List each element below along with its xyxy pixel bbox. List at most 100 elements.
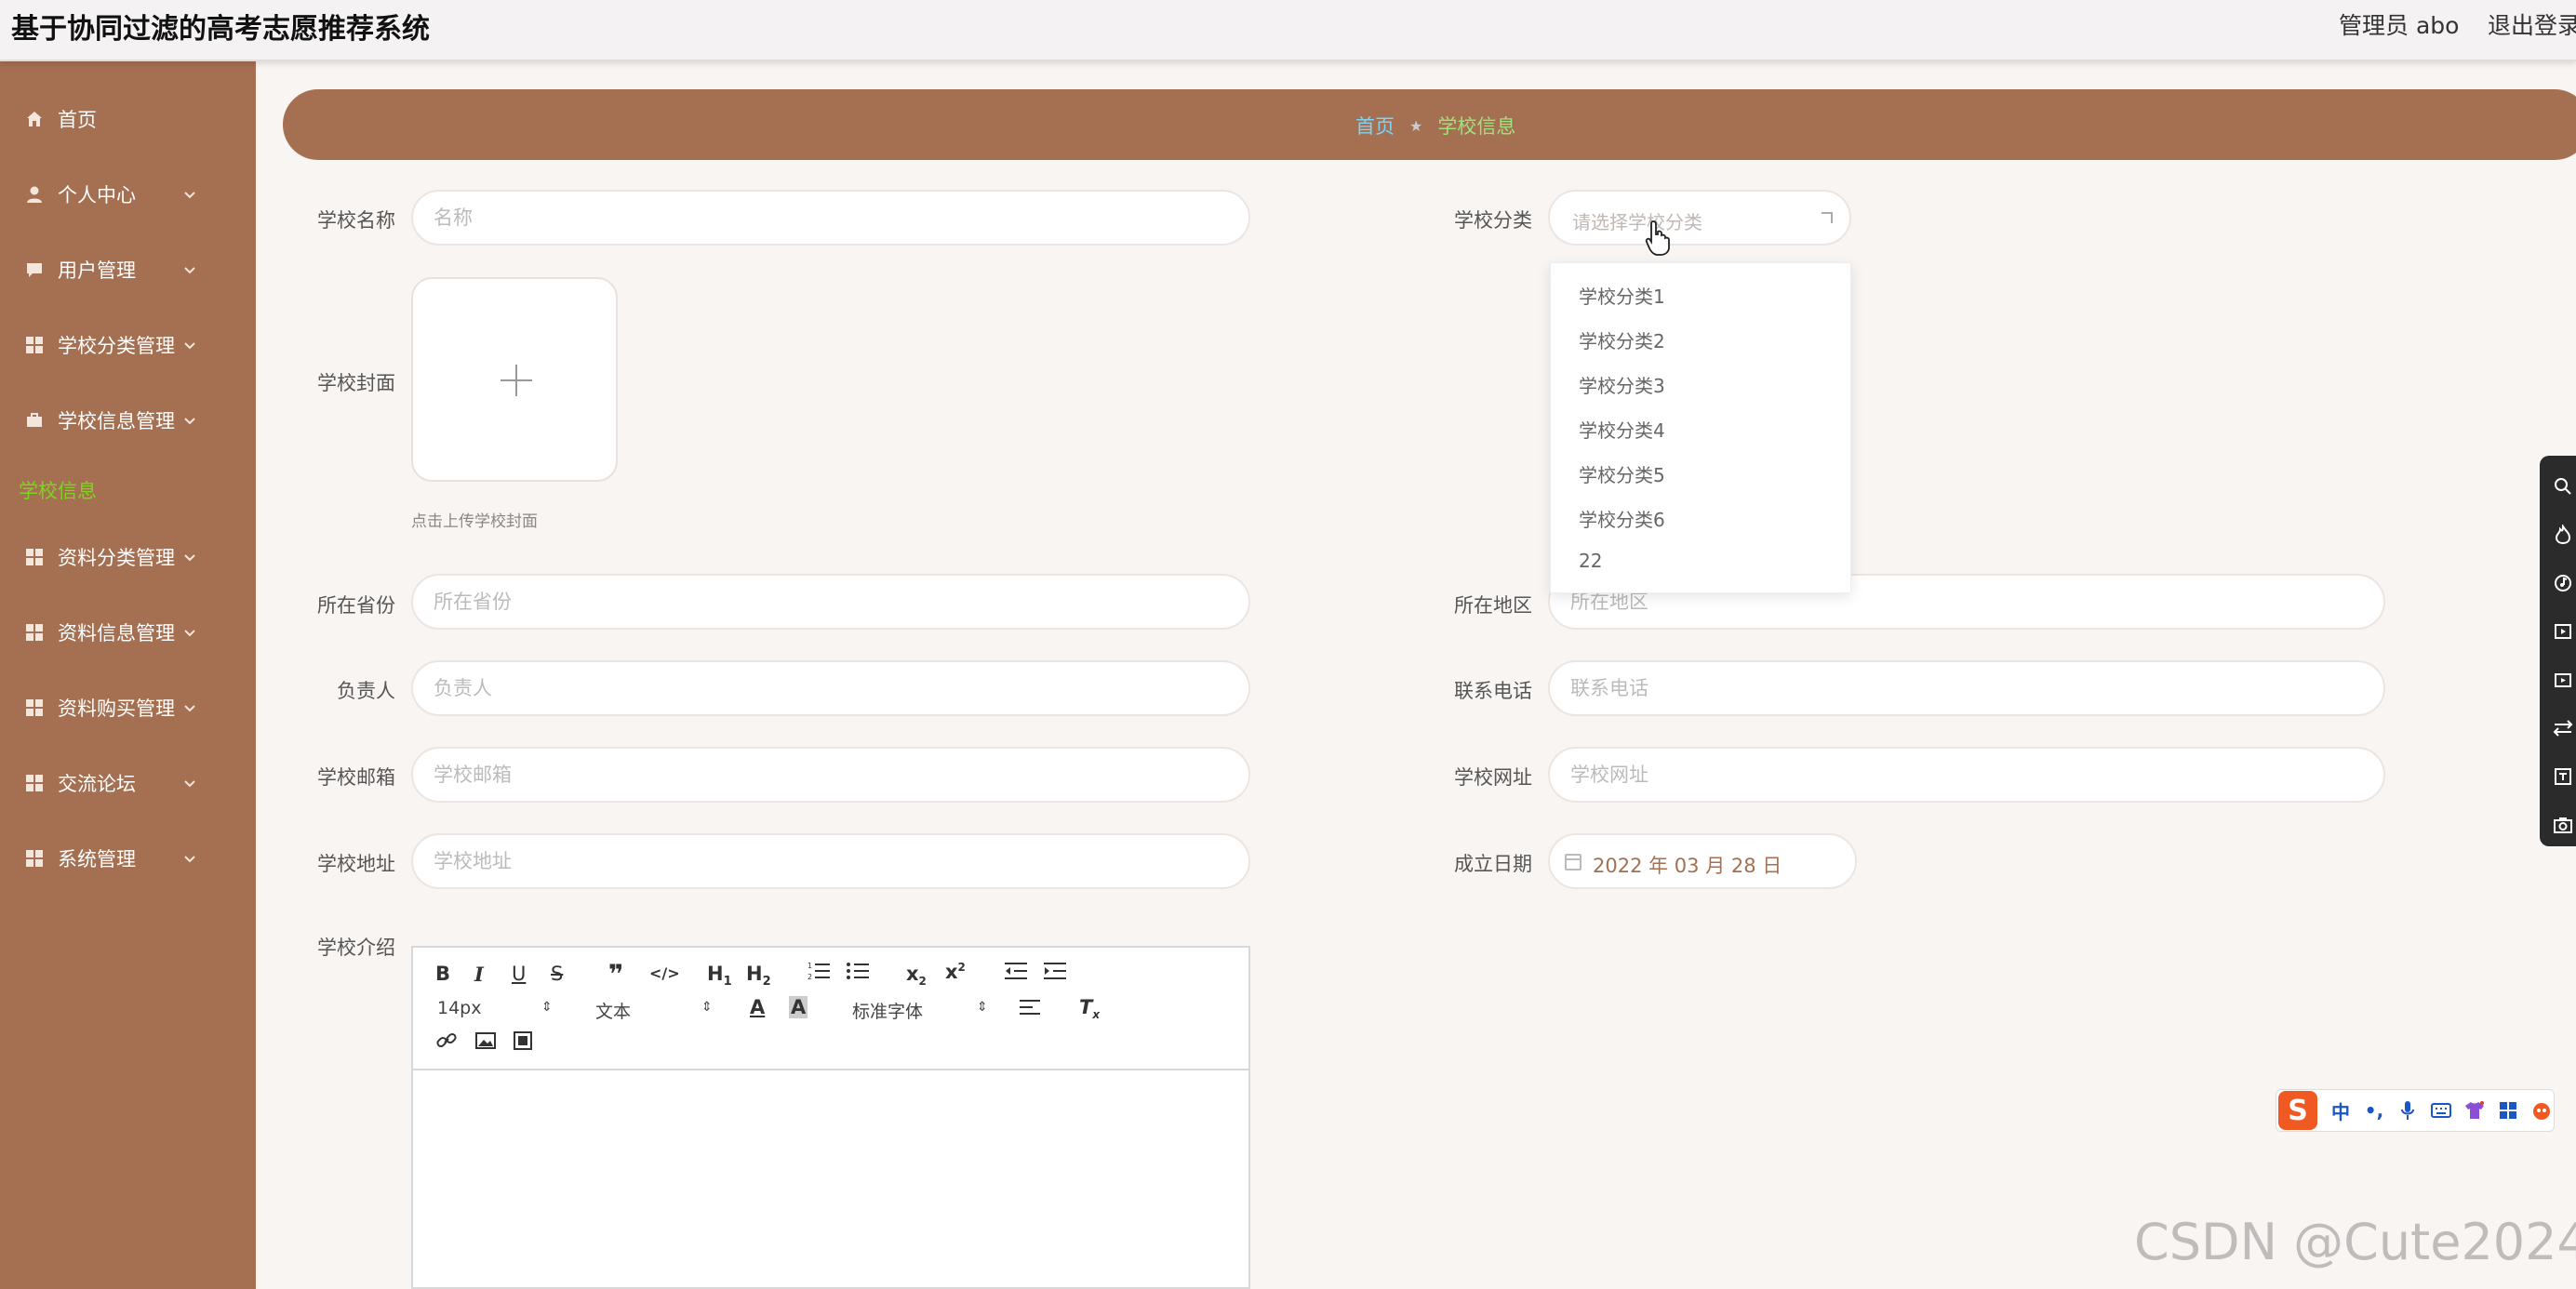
- heading1-icon[interactable]: H1: [707, 963, 732, 989]
- cover-upload-button[interactable]: [411, 277, 618, 482]
- music-icon[interactable]: [2553, 573, 2573, 593]
- website-label: 学校网址: [1454, 766, 1532, 789]
- sidebar-item-label: 资料信息管理: [58, 622, 175, 644]
- chevron-down-icon: [184, 780, 195, 788]
- sidebar-item-home[interactable]: 首页: [0, 91, 256, 147]
- subscript-icon[interactable]: x2: [906, 963, 927, 988]
- heading2-icon[interactable]: H2: [746, 963, 771, 989]
- chevron-down-icon: [184, 630, 195, 637]
- underline-icon[interactable]: U: [512, 963, 526, 985]
- translate-icon[interactable]: [2553, 766, 2573, 787]
- breadcrumb-current: 学校信息: [1437, 115, 1516, 138]
- dropdown-option[interactable]: 学校分类2: [1579, 326, 1665, 353]
- sidebar-item-user-management[interactable]: 用户管理: [0, 242, 256, 298]
- strikethrough-icon[interactable]: S: [551, 963, 563, 985]
- dropdown-option[interactable]: 22: [1579, 550, 1602, 572]
- manager-input[interactable]: [411, 660, 1250, 716]
- editor-content-area[interactable]: [413, 1072, 1248, 1287]
- founded-date-value: 2022 年 03 月 28 日: [1593, 855, 1782, 877]
- microphone-icon[interactable]: [2397, 1100, 2418, 1121]
- search-icon[interactable]: [2553, 476, 2573, 497]
- chevron-down-icon: [184, 554, 195, 562]
- founded-date-picker[interactable]: 2022 年 03 月 28 日: [1548, 833, 1857, 889]
- sidebar-item-school-category-management[interactable]: 学校分类管理: [0, 317, 256, 373]
- school-category-select[interactable]: 请选择学校分类: [1548, 190, 1851, 246]
- dropdown-option[interactable]: 学校分类5: [1579, 460, 1665, 487]
- dropdown-option[interactable]: 学校分类6: [1579, 505, 1665, 532]
- sogou-logo-icon[interactable]: S: [2278, 1091, 2317, 1130]
- sidebar-item-material-category-management[interactable]: 资料分类管理: [0, 529, 256, 585]
- skin-shirt-icon[interactable]: [2464, 1100, 2485, 1121]
- logout-link[interactable]: 退出登录: [2488, 7, 2576, 41]
- flame-icon[interactable]: [2553, 525, 2573, 545]
- website-input[interactable]: [1548, 747, 2385, 803]
- superscript-icon[interactable]: x2: [945, 961, 966, 983]
- sidebar-item-system-management[interactable]: 系统管理: [0, 831, 256, 886]
- address-input[interactable]: [411, 833, 1250, 889]
- bullet-list-icon[interactable]: [847, 961, 869, 986]
- swap-icon[interactable]: [2553, 718, 2573, 738]
- school-category-dropdown: 学校分类1 学校分类2 学校分类3 学校分类4 学校分类5 学校分类6 22: [1550, 262, 1851, 593]
- sidebar-item-label: 首页: [58, 109, 97, 131]
- link-icon[interactable]: [435, 1030, 458, 1056]
- school-name-input[interactable]: [411, 190, 1250, 246]
- sidebar-item-school-info-management[interactable]: 学校信息管理: [0, 392, 256, 448]
- dropdown-option[interactable]: 学校分类3: [1579, 371, 1665, 398]
- grid-icon: [25, 623, 44, 642]
- blockquote-icon[interactable]: ❞: [608, 959, 623, 990]
- italic-icon[interactable]: I: [474, 963, 484, 986]
- address-label: 学校地址: [317, 853, 395, 875]
- sidebar-item-material-info-management[interactable]: 资料信息管理: [0, 605, 256, 660]
- svg-text:1: 1: [808, 962, 812, 970]
- font-color-icon[interactable]: A: [750, 996, 765, 1018]
- phone-input[interactable]: [1548, 660, 2385, 716]
- province-input[interactable]: [411, 574, 1250, 630]
- briefcase-icon: [25, 411, 44, 430]
- app-title: 基于协同过滤的高考志愿推荐系统: [11, 13, 430, 46]
- video-play-icon[interactable]: [2553, 670, 2573, 690]
- grid-icon: [25, 698, 44, 717]
- dropdown-option[interactable]: 学校分类1: [1579, 282, 1665, 309]
- floating-tool-strip: [2540, 456, 2576, 846]
- school-category-placeholder: 请选择学校分类: [1572, 211, 1702, 233]
- font-family-value: 标准字体: [852, 1002, 924, 1022]
- sidebar-item-label: 系统管理: [58, 848, 136, 870]
- chevron-down-icon: [184, 418, 195, 425]
- cover-upload-tip: 点击上传学校封面: [411, 512, 538, 531]
- sidebar-item-material-purchase-management[interactable]: 资料购买管理: [0, 680, 256, 736]
- mascot-icon[interactable]: [2531, 1100, 2552, 1121]
- video-icon[interactable]: [512, 1030, 534, 1056]
- keyboard-icon[interactable]: [2431, 1100, 2451, 1121]
- intro-label: 学校介绍: [317, 937, 395, 959]
- camera-icon[interactable]: [2553, 815, 2573, 835]
- ime-mode-indicator[interactable]: 中: [2330, 1100, 2351, 1123]
- clear-format-icon[interactable]: Tx: [1079, 996, 1100, 1021]
- phone-label: 联系电话: [1454, 680, 1532, 702]
- image-icon[interactable]: [474, 1030, 497, 1056]
- punctuation-icon[interactable]: •,: [2364, 1099, 2384, 1122]
- sidebar-item-forum[interactable]: 交流论坛: [0, 755, 256, 811]
- media-icon[interactable]: [2553, 621, 2573, 642]
- toolbox-grid-icon[interactable]: [2498, 1100, 2518, 1121]
- background-color-icon[interactable]: A: [789, 996, 808, 1018]
- email-input[interactable]: [411, 747, 1250, 803]
- block-type-select[interactable]: 文本 ⇕: [595, 998, 716, 1023]
- font-size-select[interactable]: 14px ⇕: [437, 998, 558, 1018]
- bold-icon[interactable]: B: [435, 963, 450, 985]
- breadcrumb-home[interactable]: 首页: [1355, 112, 1395, 140]
- breadcrumb-bar: 首页 ★ 学校信息: [283, 89, 2576, 160]
- chevron-down-icon: [184, 342, 195, 350]
- font-family-select[interactable]: 标准字体 ⇕: [852, 998, 992, 1023]
- ordered-list-icon[interactable]: 12: [808, 961, 830, 986]
- code-icon[interactable]: </>: [649, 964, 680, 982]
- top-header: 基于协同过滤的高考志愿推荐系统 管理员 abo 退出登录: [0, 0, 2576, 61]
- dropdown-option[interactable]: 学校分类4: [1579, 416, 1665, 443]
- sidebar-subitem-school-info[interactable]: 学校信息: [19, 476, 97, 504]
- plus-icon: [501, 365, 532, 396]
- sidebar-item-personal-center[interactable]: 个人中心: [0, 166, 256, 222]
- school-cover-label: 学校封面: [317, 372, 395, 394]
- outdent-icon[interactable]: [1005, 961, 1027, 986]
- sidebar-item-label: 个人中心: [58, 184, 136, 206]
- indent-icon[interactable]: [1044, 961, 1066, 986]
- align-icon[interactable]: [1020, 998, 1040, 1021]
